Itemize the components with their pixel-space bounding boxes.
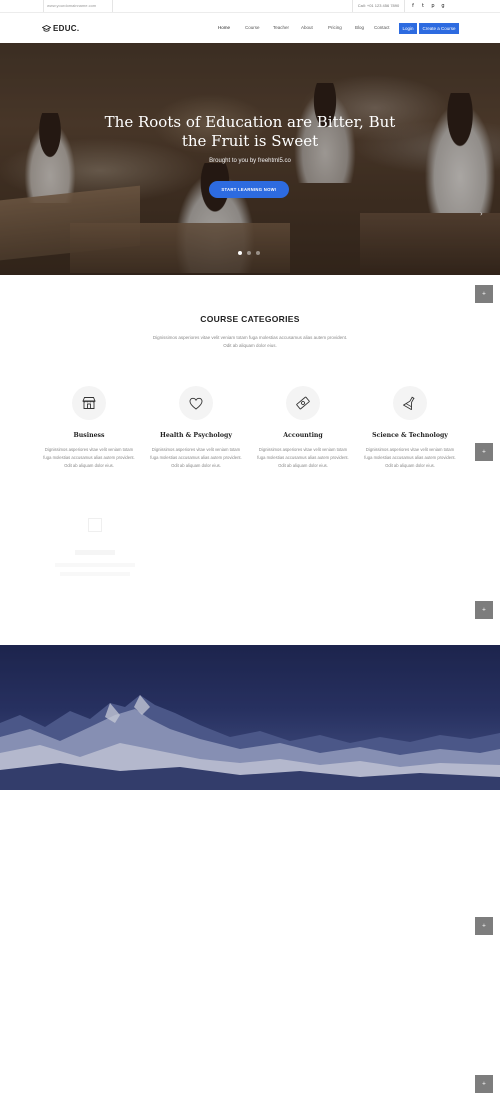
create-course-button[interactable]: Create a Course: [419, 23, 459, 34]
hero-title: The Roots of Education are Bitter, But t…: [104, 113, 396, 150]
category-name: Science & Technology: [372, 432, 448, 439]
money-icon: [286, 386, 320, 420]
facebook-icon[interactable]: f: [408, 0, 418, 12]
slider-dot[interactable]: [256, 251, 260, 255]
login-button[interactable]: Login: [399, 23, 417, 34]
nav-link-blog[interactable]: Blog: [355, 23, 372, 33]
shop-icon: [72, 386, 106, 420]
top-bar: www.yourdomainname.com Call: +01 123 456…: [0, 0, 500, 13]
hero-subtitle: Brought to you by freehtml5.co: [209, 158, 291, 164]
logo-text: EDUC.: [53, 24, 80, 33]
scroll-button[interactable]: +: [475, 601, 493, 619]
twitter-icon[interactable]: t: [418, 0, 428, 12]
nav-link-pricing[interactable]: Pricing: [328, 23, 352, 33]
faded-category-placeholder: [50, 508, 140, 608]
category-accounting[interactable]: Accounting Dignissimos asperiores vitae …: [255, 386, 351, 470]
mountain-banner-image: [0, 645, 500, 790]
category-name: Health & Psychology: [160, 432, 232, 439]
category-description: Dignissimos asperiores vitae velit venia…: [43, 447, 135, 468]
logo[interactable]: EDUC.: [41, 24, 80, 33]
category-name: Accounting: [283, 432, 323, 439]
page: webmoban.net webmoban.net webmoban.net w…: [0, 0, 500, 1100]
github-icon[interactable]: g: [438, 0, 448, 12]
category-name: Business: [73, 432, 105, 439]
domain-text: www.yourdomainname.com: [43, 0, 113, 12]
slider-dot[interactable]: [238, 251, 242, 255]
nav-link-course[interactable]: Course: [245, 23, 269, 33]
slider-next-arrow[interactable]: ›: [480, 210, 483, 218]
flask-icon: [393, 386, 427, 420]
category-description: Dignissimos asperiores vitae velit venia…: [364, 447, 456, 468]
start-learning-button[interactable]: START LEARNING NOW!: [209, 181, 289, 198]
nav-links: Home Course Teacher About Pricing Blog C…: [218, 23, 398, 33]
scroll-button[interactable]: +: [475, 1075, 493, 1093]
slider-dot[interactable]: [247, 251, 251, 255]
scroll-button[interactable]: +: [475, 443, 493, 461]
scroll-button[interactable]: +: [475, 285, 493, 303]
nav-link-home[interactable]: Home: [218, 23, 237, 33]
slider-dots: [238, 251, 260, 255]
category-business[interactable]: Business Dignissimos asperiores vitae ve…: [41, 386, 137, 470]
nav-link-teacher[interactable]: Teacher: [273, 23, 300, 33]
nav-link-contact[interactable]: Contact: [374, 23, 398, 33]
heart-icon: [179, 386, 213, 420]
category-health[interactable]: Health & Psychology Dignissimos asperior…: [148, 386, 244, 470]
nav-link-about[interactable]: About: [301, 23, 323, 33]
category-description: Dignissimos asperiores vitae velit venia…: [257, 447, 349, 468]
category-science[interactable]: Science & Technology Dignissimos asperio…: [362, 386, 458, 470]
navbar: EDUC. Home Course Teacher About Pricing …: [0, 13, 500, 43]
phone-text: Call: +01 123 456 7890: [352, 0, 405, 12]
social-links: f t p g: [408, 0, 448, 12]
scroll-button[interactable]: +: [475, 917, 493, 935]
section-intro: Dignissimos asperiores vitae velit venia…: [152, 335, 348, 348]
category-description: Dignissimos asperiores vitae velit venia…: [150, 447, 242, 468]
pinterest-icon[interactable]: p: [428, 0, 438, 12]
graduation-cap-icon: [41, 25, 52, 32]
hero-slider: The Roots of Education are Bitter, But t…: [0, 43, 500, 275]
section-title: COURSE CATEGORIES: [200, 314, 300, 324]
